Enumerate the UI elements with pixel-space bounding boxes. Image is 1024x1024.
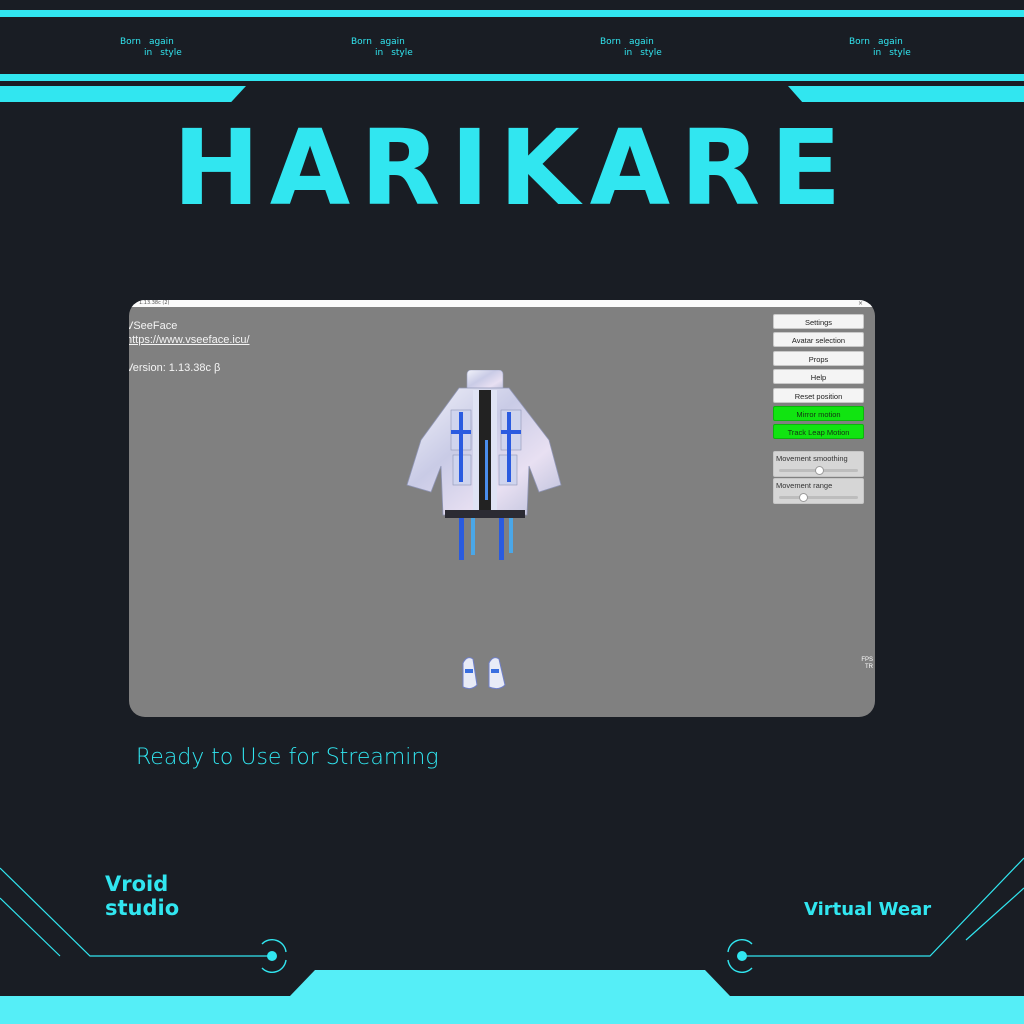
slogan-word: again — [379, 37, 405, 47]
slogan-word: in — [144, 48, 153, 58]
reset-position-button[interactable]: Reset position — [773, 387, 864, 403]
props-button[interactable]: Props — [773, 350, 864, 366]
slider-thumb[interactable] — [798, 492, 808, 502]
slogan-word: again — [877, 37, 903, 47]
app-version: Version: 1.13.38c β — [129, 362, 221, 374]
control-panel: Settings Avatar selection Props Help Res… — [773, 314, 864, 505]
slogan-word: style — [640, 48, 662, 58]
slider-track[interactable] — [779, 492, 858, 502]
avatar-selection-button[interactable]: Avatar selection — [773, 332, 864, 348]
slogan-1: Born again in style — [120, 37, 200, 59]
app-name: VSeeFace — [129, 320, 178, 332]
brand-title: HARIKARE — [172, 107, 852, 229]
movement-range-slider: Movement range — [773, 477, 864, 504]
slider-label: Movement smoothing — [776, 453, 848, 463]
movement-smoothing-slider: Movement smoothing — [773, 450, 864, 477]
right-accent-tab — [788, 86, 1024, 102]
avatar-shoes-model — [462, 657, 506, 690]
slogan-word: in — [624, 48, 633, 58]
slogan-word: style — [391, 48, 413, 58]
mirror-motion-toggle[interactable]: Mirror motion — [773, 405, 864, 421]
window-title: 1.13.38c (2) — [139, 300, 170, 306]
vroid-studio-label: Vroid studio — [105, 872, 179, 920]
slogan-word: in — [375, 48, 384, 58]
slogan-word: Born — [600, 37, 621, 47]
slogan-4: Born again in style — [849, 37, 929, 59]
slogan-word: again — [148, 37, 174, 47]
slogan-word: style — [889, 48, 911, 58]
slogan-3: Born again in style — [600, 37, 680, 59]
streaming-caption: Ready to Use for Streaming — [136, 745, 439, 770]
slogan-word: Born — [351, 37, 372, 47]
studio-line: studio — [105, 896, 180, 920]
left-accent-tab — [0, 86, 246, 102]
vroid-line: Vroid — [105, 872, 169, 896]
slider-track[interactable] — [779, 465, 858, 475]
footer-accent-band — [0, 970, 1024, 1024]
track-leap-motion-toggle[interactable]: Track Leap Motion — [773, 424, 864, 440]
slider-label: Movement range — [776, 480, 833, 490]
fps-readout: FPS TR — [861, 657, 873, 671]
window-titlebar: 1.13.38c (2) × — [129, 300, 875, 307]
fps-label: FPS — [861, 657, 873, 663]
top-accent-bar — [0, 10, 1024, 17]
virtual-wear-label: Virtual Wear — [804, 899, 932, 920]
avatar-jacket-model — [406, 370, 562, 560]
slogan-word: Born — [120, 37, 141, 47]
app-url-link[interactable]: https://www.vseeface.icu/ — [129, 334, 250, 346]
slogan-word: style — [160, 48, 182, 58]
app-window: 1.13.38c (2) × VSeeFace https://www.vsee… — [129, 300, 875, 717]
mid-accent-bar — [0, 74, 1024, 81]
slogan-word: in — [873, 48, 882, 58]
slogan-2: Born again in style — [351, 37, 431, 59]
close-icon[interactable]: × — [858, 300, 863, 307]
slogan-word: again — [628, 37, 654, 47]
settings-button[interactable]: Settings — [773, 314, 864, 329]
help-button[interactable]: Help — [773, 369, 864, 385]
slider-thumb[interactable] — [814, 465, 824, 475]
tr-label: TR — [865, 664, 873, 670]
slogan-word: Born — [849, 37, 870, 47]
